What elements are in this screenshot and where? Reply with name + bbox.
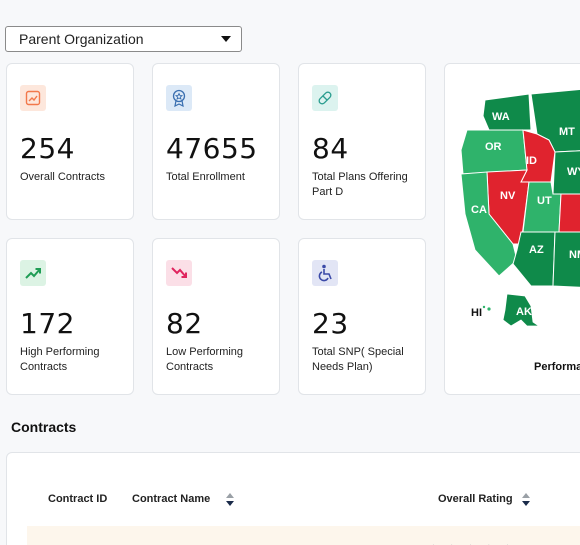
overall-contracts-label: Overall Contracts — [20, 171, 105, 183]
total-enrollment-card: 47655 Total Enrollment — [152, 63, 280, 220]
state-label-nm: NM — [569, 249, 580, 261]
sort-contract-name-icon[interactable] — [226, 493, 234, 507]
performance-map-card: WA MT OR ID WY NV UT CA AZ NM AK HI Perf… — [444, 63, 580, 395]
high-performing-card: 172 High Performing Contracts — [6, 238, 134, 395]
state-label-or: OR — [485, 141, 502, 153]
low-performing-card: 82 Low Performing Contracts — [152, 238, 280, 395]
state-label-mt: MT — [559, 126, 575, 138]
overall-contracts-card: 254 Overall Contracts — [6, 63, 134, 220]
select-value: Parent Organization — [19, 31, 144, 47]
rating-stars-icon: ★★★★★ — [427, 541, 520, 545]
state-label-wa: WA — [492, 111, 510, 123]
chevron-down-icon — [221, 36, 231, 42]
state-label-wy: WY — [567, 166, 580, 178]
part-d-plans-value: 84 — [312, 132, 349, 165]
high-performing-label: High Performing Contracts — [20, 346, 100, 373]
map-legend-label: Performa — [534, 361, 580, 373]
state-label-ca: CA — [471, 204, 487, 216]
overall-contracts-value: 254 — [20, 132, 75, 165]
part-d-plans-card: 84 Total Plans Offering Part D — [298, 63, 426, 220]
column-contract-name[interactable]: Contract Name — [132, 493, 210, 505]
trending-down-icon — [166, 260, 192, 286]
state-label-nv: NV — [500, 190, 516, 202]
contracts-table: Contract ID Contract Name Overall Rating… — [6, 452, 580, 545]
trending-up-icon — [20, 260, 46, 286]
state-label-hi: HI — [471, 307, 482, 319]
total-enrollment-value: 47655 — [166, 132, 258, 165]
state-hi[interactable] — [487, 307, 491, 311]
part-d-plans-label: Total Plans Offering Part D — [312, 171, 408, 198]
us-map: WA MT OR ID WY NV UT CA AZ NM AK HI — [460, 88, 580, 327]
snp-value: 23 — [312, 307, 349, 340]
total-enrollment-label: Total Enrollment — [166, 171, 245, 183]
wheelchair-icon — [312, 260, 338, 286]
contracts-title: Contracts — [11, 419, 77, 435]
low-performing-value: 82 — [166, 307, 203, 340]
snp-card: 23 Total SNP( Special Needs Plan) — [298, 238, 426, 395]
state-label-ut: UT — [537, 195, 552, 207]
state-label-ak: AK — [516, 306, 532, 318]
chart-icon — [20, 85, 46, 111]
state-co[interactable] — [558, 193, 580, 233]
sort-overall-rating-icon[interactable] — [522, 493, 530, 507]
snp-label: Total SNP( Special Needs Plan) — [312, 346, 404, 373]
column-contract-id[interactable]: Contract ID — [48, 493, 107, 505]
state-az[interactable] — [512, 231, 556, 287]
high-performing-value: 172 — [20, 307, 75, 340]
pill-icon — [312, 85, 338, 111]
award-icon — [166, 85, 192, 111]
state-label-id: ID — [526, 155, 537, 167]
parent-organization-select[interactable]: Parent Organization — [5, 26, 242, 52]
state-label-az: AZ — [529, 244, 544, 256]
low-performing-label: Low Performing Contracts — [166, 346, 244, 373]
column-overall-rating[interactable]: Overall Rating — [438, 493, 513, 505]
